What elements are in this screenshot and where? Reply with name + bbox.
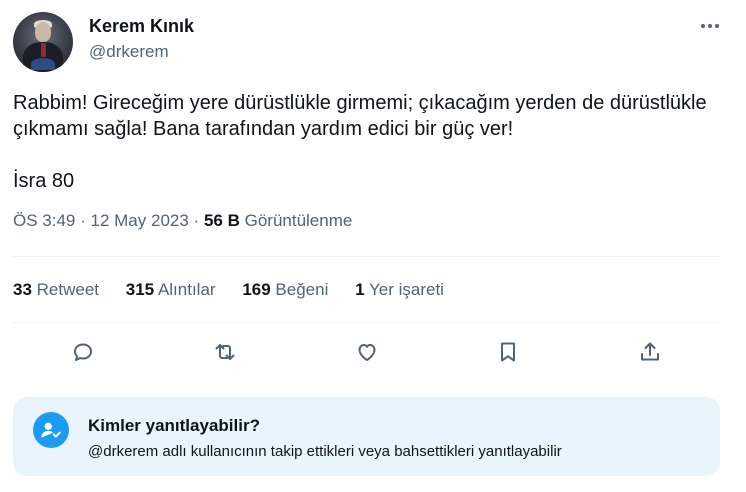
meta-separator: · — [193, 211, 200, 230]
tweet-date[interactable]: 12 May 2023 — [91, 211, 189, 230]
tweet-text-main: Rabbim! Gireceğim yere dürüstlükle girme… — [13, 92, 707, 140]
likes-count: 169 — [242, 280, 271, 299]
quotes-count: 315 — [125, 280, 155, 299]
views-label: Görüntülenme — [244, 211, 353, 230]
retweets-label: Retweet — [36, 280, 100, 299]
retweet-icon — [215, 344, 235, 360]
tweet-meta: ÖS 3:49 · 12 May 2023 · 56 B Görüntülenm… — [13, 211, 352, 231]
like-icon — [358, 344, 376, 361]
avatar-podium-seal — [31, 58, 55, 70]
tweet-text-reference: İsra 80 — [13, 170, 75, 192]
reply-restriction-title: Kimler yanıtlayabilir? — [88, 416, 260, 435]
avatar[interactable] — [13, 12, 73, 72]
tweet-stats: 33 Retweet 315 Alıntılar 169 Beğeni 1 Ye… — [13, 280, 444, 300]
more-options-button[interactable] — [694, 12, 726, 40]
retweets-stat[interactable]: 33 Retweet — [13, 280, 99, 300]
like-button[interactable] — [350, 335, 384, 369]
quotes-stat[interactable]: 315 Alıntılar — [126, 280, 216, 300]
meta-separator: · — [80, 211, 86, 230]
views-count: 56 B — [203, 211, 240, 230]
bookmark-button[interactable] — [491, 335, 525, 369]
divider — [13, 256, 720, 257]
bookmarks-stat[interactable]: 1 Yer işareti — [355, 280, 444, 300]
avatar-head — [35, 22, 51, 42]
bookmark-icon — [501, 342, 515, 362]
avatar-tie — [41, 43, 46, 57]
author-display-name[interactable]: Kerem Kınık — [89, 16, 194, 37]
bookmarks-label: Yer işareti — [368, 280, 444, 299]
likes-label: Beğeni — [275, 280, 329, 299]
author-username[interactable]: @drkerem — [89, 42, 169, 62]
likes-stat[interactable]: 169 Beğeni — [242, 280, 328, 300]
action-bar — [0, 335, 746, 369]
tweet-text: Rabbim! Gireceğim yere dürüstlükle girme… — [13, 90, 713, 194]
reply-button[interactable] — [66, 335, 100, 369]
reply-restriction-notice: Kimler yanıtlayabilir? @drkerem adlı kul… — [13, 397, 720, 476]
share-icon — [641, 342, 659, 361]
retweet-button[interactable] — [208, 335, 242, 369]
reply-restriction-description: @drkerem adlı kullanıcının takip ettikle… — [88, 443, 562, 460]
user-check-icon — [33, 412, 69, 448]
bookmarks-count: 1 — [355, 280, 365, 299]
retweets-count: 33 — [13, 280, 32, 299]
quotes-label: Alıntılar — [157, 280, 216, 299]
tweet-time[interactable]: ÖS 3:49 — [13, 211, 75, 230]
tweet-detail: Kerem Kınık @drkerem Rabbim! Gireceğim y… — [0, 0, 746, 492]
divider — [13, 322, 720, 323]
share-button[interactable] — [633, 335, 667, 369]
more-dots-icon — [701, 24, 719, 28]
reply-icon — [74, 343, 92, 361]
